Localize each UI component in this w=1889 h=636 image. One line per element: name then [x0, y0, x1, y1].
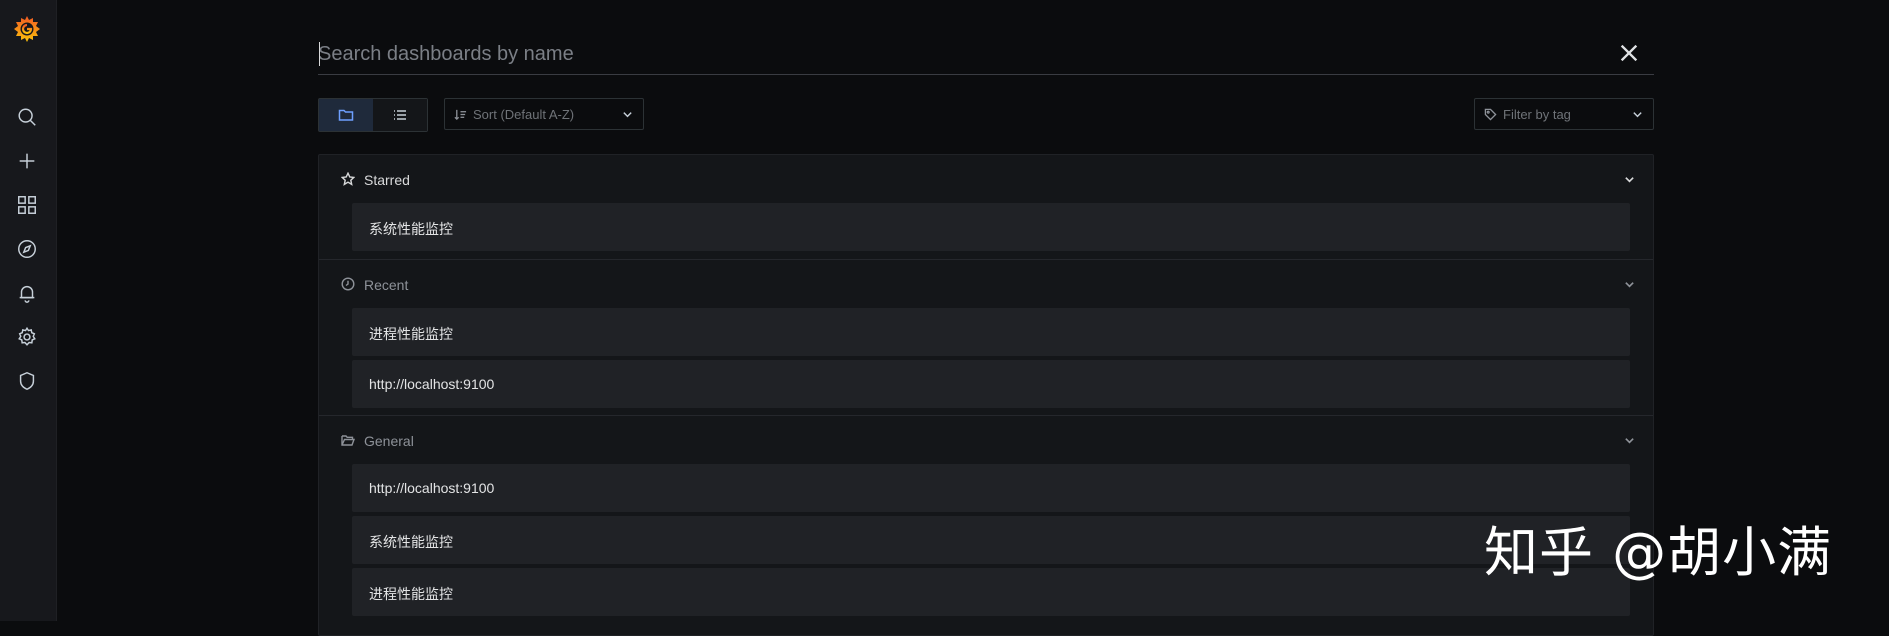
section-recent: Recent 进程性能监控 http://localhost:9100	[319, 259, 1653, 416]
section-general: General http://localhost:9100 系统性能监控 进程性…	[319, 415, 1653, 636]
sort-select[interactable]: Sort (Default A-Z)	[444, 98, 644, 130]
text-cursor	[319, 42, 320, 66]
layout-toggle	[318, 98, 428, 132]
dashboard-item-label: 进程性能监控	[369, 326, 453, 342]
dashboard-item[interactable]: 系统性能监控	[352, 516, 1630, 564]
dashboard-item-label: 系统性能监控	[369, 221, 453, 237]
tag-filter-select[interactable]: Filter by tag	[1474, 98, 1654, 130]
chevron-down-icon	[1624, 435, 1635, 446]
sort-select-label: Sort (Default A-Z)	[473, 106, 575, 122]
sort-icon	[454, 108, 467, 121]
dashboard-item[interactable]: http://localhost:9100	[352, 360, 1630, 408]
dashboards-grid-icon[interactable]	[14, 192, 40, 218]
tag-filter-label: Filter by tag	[1503, 106, 1571, 122]
grafana-logo-icon[interactable]	[12, 14, 42, 44]
dashboard-item[interactable]: http://localhost:9100	[352, 464, 1630, 512]
section-header-recent[interactable]: Recent	[319, 260, 1653, 308]
tag-icon	[1484, 108, 1497, 121]
section-title: Recent	[364, 277, 409, 293]
compass-icon[interactable]	[14, 236, 40, 262]
dashboard-list-panel: Starred 系统性能监控 Recent 进程性能监控 http://loca…	[318, 154, 1654, 636]
chevron-down-icon	[1632, 108, 1643, 123]
search-row	[318, 36, 1654, 75]
dashboard-item[interactable]: 进程性能监控	[352, 568, 1630, 616]
list-icon	[394, 110, 406, 120]
folder-open-icon	[341, 433, 355, 447]
section-title: General	[364, 433, 414, 449]
search-icon[interactable]	[14, 104, 40, 130]
dashboard-item-label: http://localhost:9100	[369, 480, 495, 496]
shield-icon[interactable]	[14, 368, 40, 394]
watermark: 知乎 @胡小满	[1484, 521, 1833, 584]
list-view-button[interactable]	[373, 99, 427, 131]
chevron-down-icon	[1624, 279, 1635, 290]
section-starred: Starred 系统性能监控	[319, 155, 1653, 259]
plus-icon[interactable]	[14, 148, 40, 174]
clock-icon	[341, 277, 355, 291]
dashboard-search-overlay: Sort (Default A-Z) Filter by tag Starred	[318, 0, 1654, 636]
dashboard-item[interactable]: 进程性能监控	[352, 308, 1630, 356]
dashboard-item-label: 进程性能监控	[369, 586, 453, 602]
gear-icon[interactable]	[14, 324, 40, 350]
chevron-down-icon	[622, 108, 633, 123]
dashboard-item-label: http://localhost:9100	[369, 376, 495, 392]
dashboard-item[interactable]: 系统性能监控	[352, 203, 1630, 251]
bell-icon[interactable]	[14, 280, 40, 306]
section-header-general[interactable]: General	[319, 416, 1653, 464]
folder-icon	[338, 109, 354, 121]
dashboard-item-label: 系统性能监控	[369, 534, 453, 550]
chevron-down-icon	[1624, 174, 1635, 185]
star-icon	[341, 172, 355, 186]
search-input[interactable]	[318, 36, 1578, 72]
close-icon[interactable]	[1616, 40, 1642, 66]
folder-view-button[interactable]	[319, 99, 373, 131]
section-title: Starred	[364, 172, 410, 188]
sidebar	[0, 0, 57, 621]
search-toolbar: Sort (Default A-Z) Filter by tag	[318, 98, 1654, 132]
section-header-starred[interactable]: Starred	[319, 155, 1653, 203]
